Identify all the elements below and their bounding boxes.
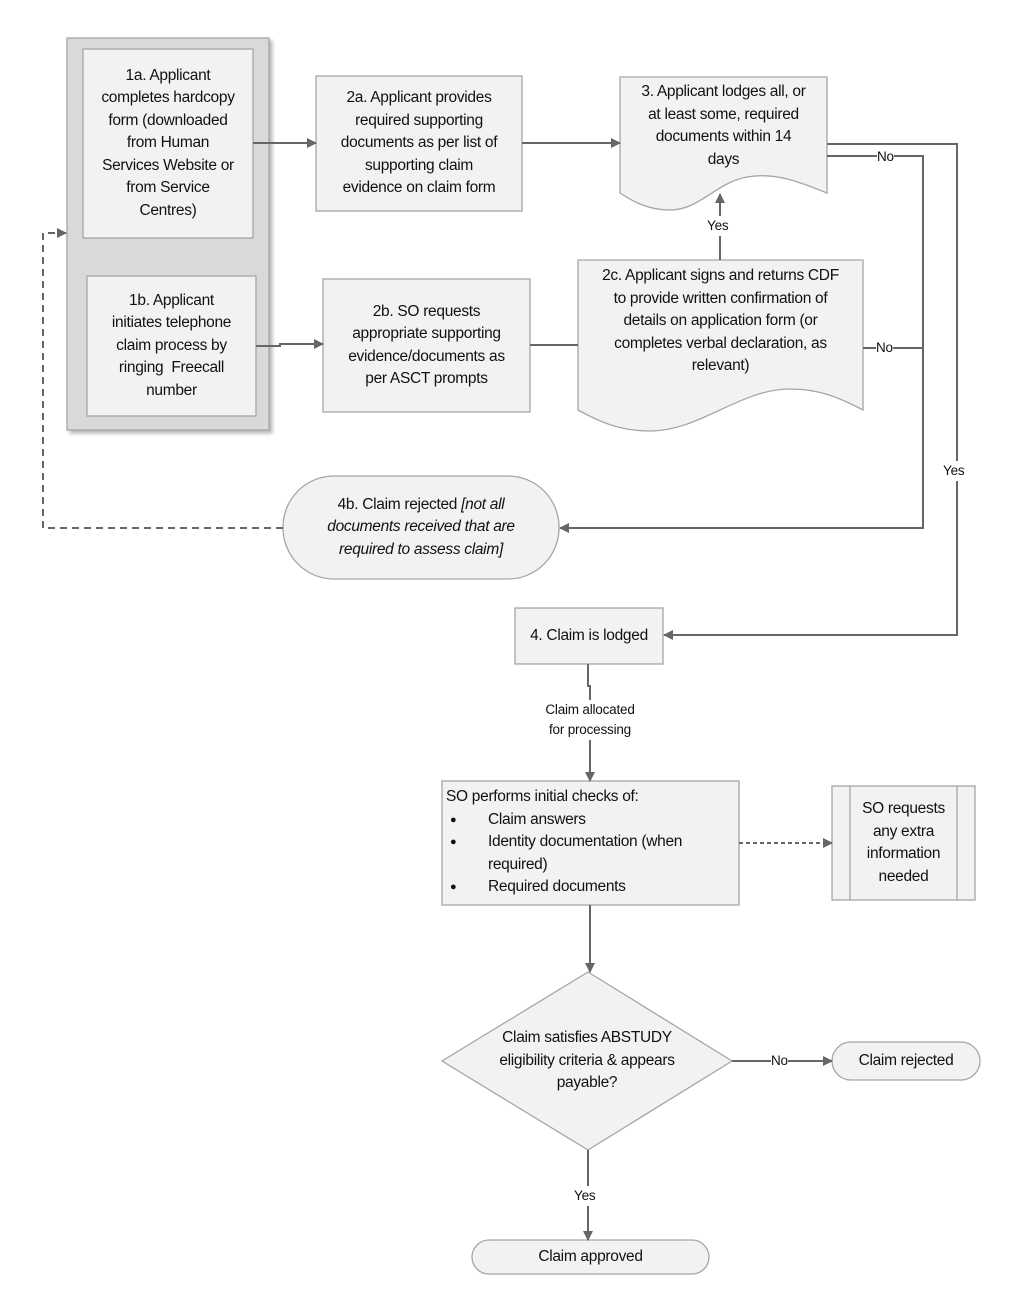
- label-2c-yes: Yes: [707, 216, 729, 236]
- decision-text: Claim satisfies ABSTUDY eligibility crit…: [499, 1029, 675, 1092]
- label-allocated: Claim allocated for processing: [534, 700, 646, 740]
- label-decision-no: No: [771, 1051, 788, 1071]
- check-item: Identity documentation (when required): [446, 831, 736, 876]
- node-2b-text: 2b. SO requests appropriate supporting e…: [348, 302, 505, 388]
- initial-checks: SO performs initial checks of: Claim ans…: [446, 786, 736, 899]
- node-4b-italic-2: documents received that are required to …: [327, 518, 515, 558]
- node-4-text: 4. Claim is lodged: [530, 626, 648, 644]
- extra-info-text: SO requests any extra information needed: [862, 800, 945, 885]
- node-1b-text: 1b. Applicant initiates telephone claim …: [111, 291, 232, 399]
- node-1a-text: 1a. Applicant completes hardcopy form (d…: [101, 66, 235, 219]
- label-decision-yes: Yes: [574, 1186, 596, 1206]
- label-2c-no: No: [876, 338, 893, 358]
- check-item: Claim answers: [446, 809, 736, 832]
- check-item: Required documents: [446, 876, 736, 899]
- node-4b-plain: 4b. Claim rejected: [337, 495, 462, 513]
- node-2c-text: 2c. Applicant signs and returns CDF to p…: [602, 267, 839, 375]
- label-3-no: No: [877, 147, 894, 167]
- approved-text: Claim approved: [538, 1247, 643, 1265]
- rejected-text: Claim rejected: [858, 1051, 954, 1069]
- node-3-text: 3. Applicant lodges all, or at least som…: [641, 83, 806, 168]
- label-3-yes: Yes: [943, 461, 965, 481]
- node-2a-text: 2a. Applicant provides required supporti…: [340, 89, 498, 197]
- initial-checks-title: SO performs initial checks of:: [446, 788, 639, 805]
- node-4b-text: 4b. Claim rejected [not all documents re…: [283, 476, 559, 579]
- node-4b-italic-1: [not all: [461, 495, 505, 513]
